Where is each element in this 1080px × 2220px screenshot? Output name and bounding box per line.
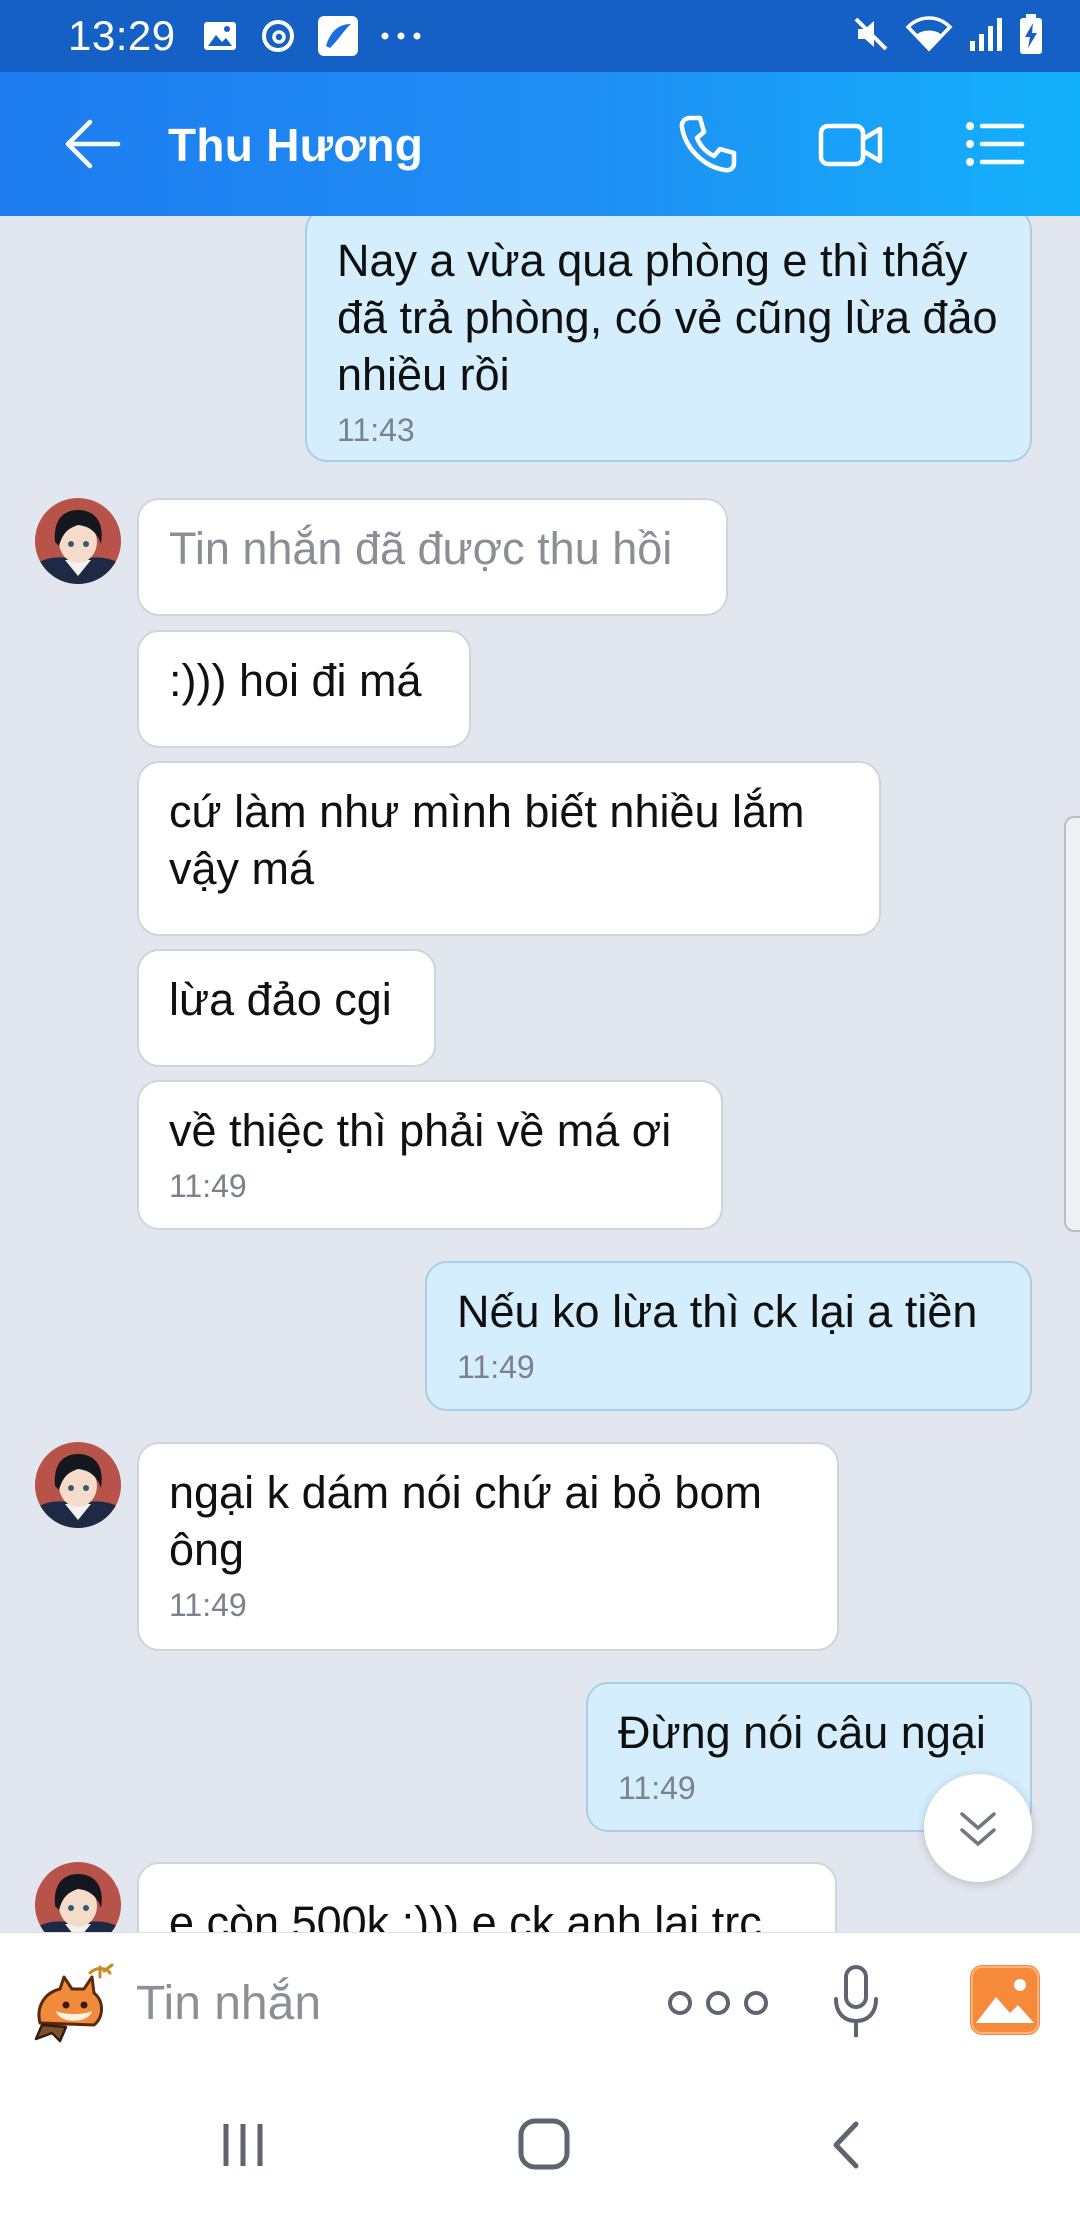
message-text: Đừng nói câu ngại bbox=[618, 1707, 986, 1758]
message-text: lừa đảo cgi bbox=[169, 974, 392, 1025]
scroll-to-bottom-button[interactable] bbox=[924, 1774, 1032, 1882]
message-text: cứ làm như mình biết nhiều lắm vậy má bbox=[169, 786, 805, 894]
contact-avatar[interactable] bbox=[35, 1442, 121, 1528]
avatar-image bbox=[35, 1442, 121, 1528]
message-bubble[interactable]: :))) hoi đi má bbox=[137, 630, 471, 748]
chat-screen: 13:29 Thu Hương Nay a vừa qua phòng e th… bbox=[0, 0, 1080, 2220]
system-navigation-bar bbox=[0, 2070, 1080, 2220]
message-list[interactable]: Nay a vừa qua phòng e thì thấy đã trả ph… bbox=[0, 216, 1080, 1932]
threads-icon bbox=[260, 18, 296, 54]
chat-header: Thu Hương bbox=[0, 72, 1080, 216]
recents-button[interactable] bbox=[218, 2120, 268, 2170]
status-bar: 13:29 bbox=[0, 0, 1080, 72]
send-image-button[interactable] bbox=[968, 1963, 1042, 2037]
video-camera-icon bbox=[818, 123, 883, 167]
phone-icon bbox=[679, 115, 737, 173]
recents-icon bbox=[223, 2124, 263, 2166]
notification-icons bbox=[202, 16, 422, 56]
vnpt-app-icon bbox=[317, 16, 358, 56]
gallery-icon bbox=[202, 20, 238, 52]
image-gallery-icon bbox=[970, 1965, 1040, 2035]
message-bubble[interactable]: cứ làm như mình biết nhiều lắm vậy má bbox=[137, 761, 881, 936]
message-time: 11:49 bbox=[457, 1349, 535, 1385]
message-text: về thiệc thì phải về má ơi bbox=[169, 1105, 672, 1156]
wifi-icon bbox=[904, 15, 954, 58]
status-time: 13:29 bbox=[68, 12, 176, 59]
avatar-image bbox=[35, 1862, 121, 1932]
signal-icon bbox=[968, 15, 1004, 58]
system-back-button[interactable] bbox=[826, 2120, 866, 2170]
message-text: e còn 500k :))) e ck anh lại trc bbox=[169, 1897, 762, 1932]
home-icon bbox=[518, 2118, 570, 2170]
arrow-left-icon bbox=[65, 119, 121, 169]
message-text: ngại k dám nói chứ ai bỏ bom ông bbox=[169, 1467, 762, 1575]
message-bubble[interactable]: về thiệc thì phải về má ơi 11:49 bbox=[137, 1080, 723, 1230]
contact-name[interactable]: Thu Hương bbox=[168, 118, 423, 172]
mute-icon bbox=[852, 15, 890, 58]
sticker-button[interactable] bbox=[30, 1963, 116, 2043]
message-time: 11:49 bbox=[169, 1168, 247, 1204]
battery-charging-icon bbox=[1018, 13, 1044, 60]
more-notifications-icon bbox=[380, 31, 422, 41]
list-menu-icon bbox=[966, 122, 1025, 166]
message-bubble[interactable]: Nếu ko lừa thì ck lại a tiền 11:49 bbox=[425, 1261, 1032, 1411]
back-icon bbox=[833, 2121, 859, 2169]
chat-options-button[interactable] bbox=[964, 114, 1026, 174]
message-text: Nếu ko lừa thì ck lại a tiền bbox=[457, 1286, 978, 1337]
message-text: Nay a vừa qua phòng e thì thấy đã trả ph… bbox=[337, 235, 998, 400]
message-bubble[interactable]: lừa đảo cgi bbox=[137, 949, 436, 1067]
avatar-image bbox=[35, 498, 121, 584]
more-dots-icon bbox=[668, 1991, 768, 2015]
message-bubble[interactable]: Nay a vừa qua phòng e thì thấy đã trả ph… bbox=[305, 216, 1032, 462]
message-time: 11:49 bbox=[169, 1587, 247, 1623]
recalled-message-text: Tin nhắn đã được thu hồi bbox=[169, 523, 673, 574]
sticker-icon bbox=[34, 1963, 114, 2043]
message-bubble[interactable]: Tin nhắn đã được thu hồi bbox=[137, 498, 728, 616]
contact-avatar[interactable] bbox=[35, 498, 121, 584]
message-time: 11:43 bbox=[337, 412, 415, 448]
home-button[interactable] bbox=[516, 2116, 572, 2172]
system-icons bbox=[852, 13, 1044, 60]
message-text: :))) hoi đi má bbox=[169, 655, 422, 706]
message-composer bbox=[0, 1932, 1080, 2070]
message-bubble[interactable]: e còn 500k :))) e ck anh lại trc bbox=[137, 1862, 837, 1932]
voice-message-button[interactable] bbox=[830, 1963, 882, 2043]
more-options-button[interactable] bbox=[660, 1979, 780, 2027]
message-input[interactable] bbox=[136, 1963, 616, 2043]
microphone-icon bbox=[834, 1965, 878, 2037]
video-call-button[interactable] bbox=[818, 114, 884, 174]
voice-call-button[interactable] bbox=[676, 112, 740, 176]
message-bubble[interactable]: ngại k dám nói chứ ai bỏ bom ông 11:49 bbox=[137, 1442, 839, 1651]
scrollbar[interactable] bbox=[1064, 816, 1080, 1232]
back-button[interactable] bbox=[62, 116, 122, 172]
contact-avatar[interactable] bbox=[35, 1862, 121, 1932]
double-chevron-down-icon bbox=[960, 1812, 996, 1846]
